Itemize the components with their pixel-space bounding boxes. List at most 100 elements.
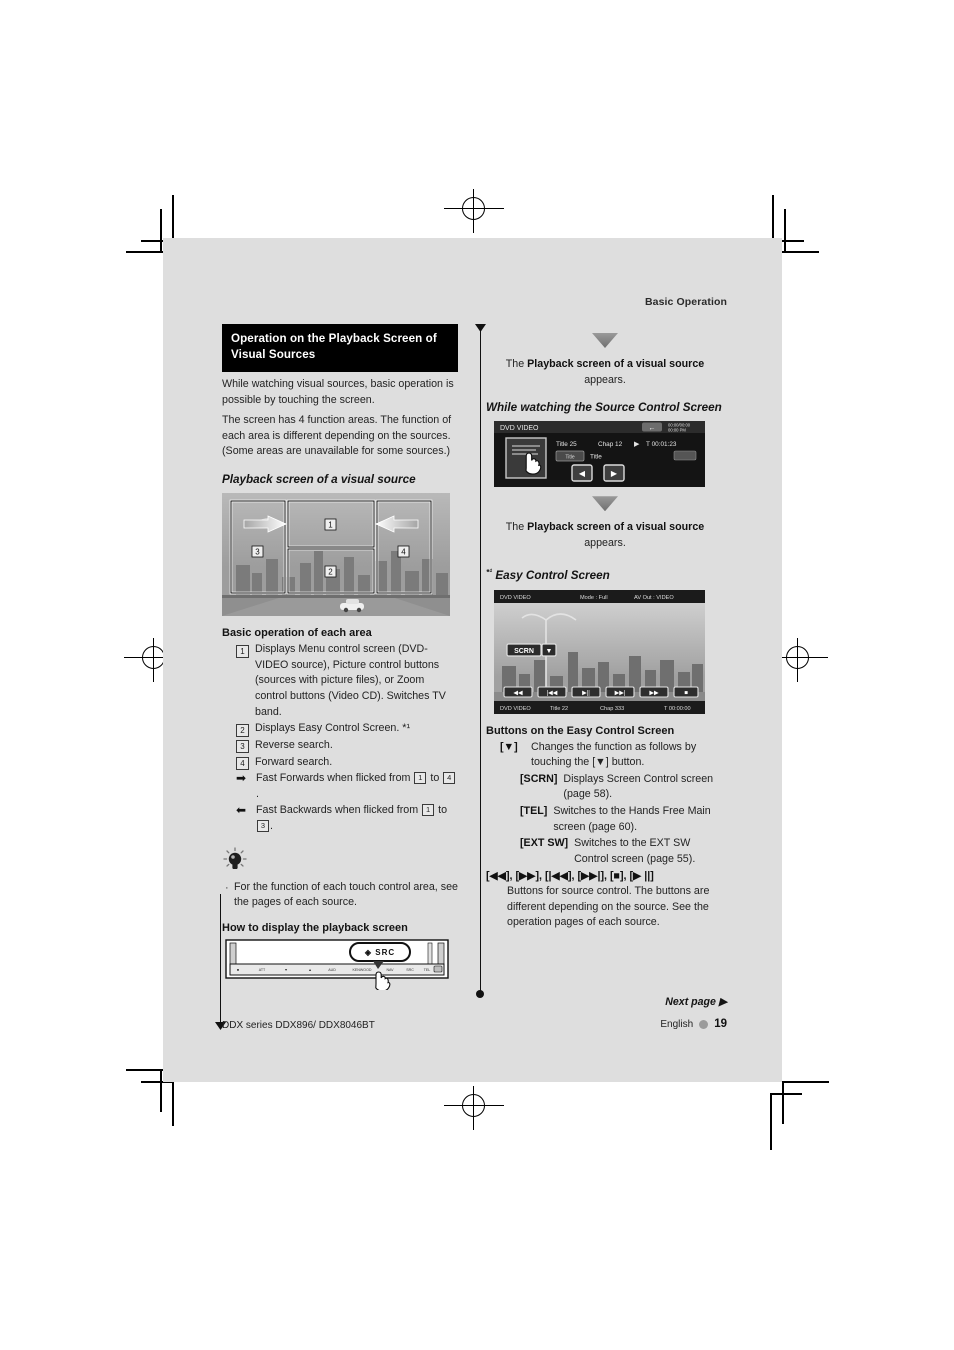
inline-zone-ref: 1 xyxy=(422,804,435,817)
arrow-left-icon: ⬅ xyxy=(236,803,247,818)
ff-text-b: to xyxy=(427,772,443,785)
svg-text:DVD VIDEO: DVD VIDEO xyxy=(500,595,531,601)
list-item: [TEL] Switches to the Hands Free Main sc… xyxy=(486,804,724,835)
list-item: ⬅ Fast Backwards when flicked from 1 to … xyxy=(222,803,458,834)
inline-zone-ref: 1 xyxy=(414,772,427,785)
list-item-text: Displays Menu control screen (DVD-VIDEO … xyxy=(255,643,446,718)
ff-text-a: Fast Forwards when flicked from xyxy=(256,772,414,785)
howto-heading: How to display the playback screen xyxy=(222,921,408,934)
svg-text:2: 2 xyxy=(328,568,333,577)
fb-text-b: to xyxy=(435,804,448,817)
svg-text:Title: Title xyxy=(590,454,602,461)
list-item: 2 Displays Easy Control Screen. *¹ xyxy=(222,721,458,737)
button-key-tel: [TEL] xyxy=(520,805,548,818)
right-flow-line xyxy=(480,330,481,992)
easy-control-illustration: DVD VIDEO Mode : Full AV Out : VIDEO SCR… xyxy=(494,589,705,714)
svg-text:▶||: ▶|| xyxy=(582,690,590,696)
button-desc: Displays Screen Control screen (page 58)… xyxy=(563,772,714,801)
flow-arrow-down-2 xyxy=(592,496,618,512)
running-head: Basic Operation xyxy=(644,296,727,308)
svg-text:▶▶|: ▶▶| xyxy=(615,690,626,696)
inline-zone-ref: 4 xyxy=(443,772,456,785)
left-column: Operation on the Playback Screen of Visu… xyxy=(222,324,458,992)
playback-screen-figure: 1 2 3 4 xyxy=(222,493,450,617)
arrow-right-icon: ➡ xyxy=(236,771,247,786)
svg-text:SCRN: SCRN xyxy=(514,648,534,655)
svg-text:AV Out : VIDEO: AV Out : VIDEO xyxy=(634,595,674,601)
intro-paragraph-1: While watching visual sources, basic ope… xyxy=(222,377,454,406)
svg-text:■: ■ xyxy=(684,690,688,696)
footer-language: English xyxy=(660,1018,694,1030)
transport-buttons-desc: Buttons for source control. The buttons … xyxy=(507,885,710,929)
crop-mark-bl-v2 xyxy=(160,1069,162,1112)
svg-text:◈ SRC: ◈ SRC xyxy=(364,948,395,957)
svg-text:|◀◀: |◀◀ xyxy=(547,690,558,696)
button-key-down: [▼] xyxy=(500,740,518,753)
svg-text:Chap 12: Chap 12 xyxy=(598,441,623,448)
svg-text:3: 3 xyxy=(255,548,260,557)
manual-page: Basic Operation Operation on the Playbac… xyxy=(163,238,782,1082)
svg-text:■: ■ xyxy=(237,968,239,972)
fb-text-a: Fast Backwards when flicked from xyxy=(256,804,422,817)
right-flow-enddot xyxy=(476,990,484,998)
svg-text:1: 1 xyxy=(328,521,333,530)
registration-mark-bottom xyxy=(444,1086,504,1130)
svg-text:KENWOOD: KENWOOD xyxy=(353,968,372,972)
buttons-heading: Buttons on the Easy Control Screen xyxy=(486,724,675,737)
svg-text:Chap 333: Chap 333 xyxy=(600,706,624,712)
list-item-text: Forward search. xyxy=(255,755,333,768)
transport-buttons-key: [◀◀], [▶▶], [|◀◀], [▶▶|], [■], [▶ ||] xyxy=(486,869,654,882)
playback-screen-illustration: 1 2 3 4 xyxy=(222,493,450,617)
svg-text:T 00:01:23: T 00:01:23 xyxy=(646,441,677,448)
svg-text:00:00 PM: 00:00 PM xyxy=(668,428,686,433)
crop-mark-br-h2 xyxy=(770,1093,802,1095)
footer-dot-icon xyxy=(699,1019,709,1029)
caption-bold: Playback screen of a visual source xyxy=(527,521,705,534)
bullet-icon: · xyxy=(225,881,229,894)
list-item: [◀◀], [▶▶], [|◀◀], [▶▶|], [■], [▶ ||] Bu… xyxy=(486,869,724,932)
svg-text:◀◀: ◀◀ xyxy=(513,690,523,696)
easy-control-heading: *¹ Easy Control Screen xyxy=(486,567,724,583)
flow-caption-2: The Playback screen of a visual source xyxy=(486,519,724,535)
button-desc: Switches to the Hands Free Main screen (… xyxy=(553,805,711,833)
crop-mark-br-h1 xyxy=(782,1081,829,1083)
svg-text:T 00:00:00: T 00:00:00 xyxy=(664,706,691,712)
easy-heading-text: Easy Control Screen xyxy=(495,569,610,583)
left-flow-line xyxy=(220,894,221,1024)
zone-marker-1: 1 xyxy=(236,644,249,658)
list-item: 4 Forward search. xyxy=(222,755,458,771)
svg-text:▶▶: ▶▶ xyxy=(649,690,659,696)
footer-model: DDX series DDX896/ DDX8046BT xyxy=(222,1020,375,1031)
flow-caption-1: The Playback screen of a visual source xyxy=(486,356,724,372)
easy-heading-footnote-mark: *¹ xyxy=(486,567,493,578)
list-item-text: Displays Easy Control Screen. *¹ xyxy=(255,722,411,735)
list-item: [EXT SW] Switches to the EXT SW Control … xyxy=(486,836,724,867)
list-item: 1 Displays Menu control screen (DVD-VIDE… xyxy=(222,642,458,720)
svg-text:DVD VIDEO: DVD VIDEO xyxy=(500,706,531,712)
svg-text:▶: ▶ xyxy=(634,441,640,448)
caption-bold: Playback screen of a visual source xyxy=(527,358,705,370)
source-control-illustration: DVD VIDEO ← 00:00/00:00 00:00 PM Title 2… xyxy=(494,421,705,488)
svg-text:◀: ◀ xyxy=(579,469,586,478)
svg-text:TEL: TEL xyxy=(424,968,431,972)
list-item: 3 Reverse search. xyxy=(222,738,458,754)
flow-caption-2-tail: appears. xyxy=(584,537,626,550)
source-control-screen-figure: DVD VIDEO ← 00:00/00:00 00:00 PM Title 2… xyxy=(494,421,705,488)
crop-mark-tl-v2 xyxy=(160,209,162,252)
section-title-bar: Operation on the Playback Screen of Visu… xyxy=(222,324,458,372)
crop-mark-br-v1 xyxy=(782,1081,784,1124)
caption-lead: The xyxy=(505,521,528,534)
tip-lightbulb-icon xyxy=(222,847,458,878)
svg-text:▲: ▲ xyxy=(308,968,312,972)
next-page-link[interactable]: Next page ▶ xyxy=(665,996,727,1008)
button-desc: Changes the function as follows by touch… xyxy=(531,740,697,769)
zone-marker-3: 3 xyxy=(236,740,249,754)
svg-text:4: 4 xyxy=(401,548,406,557)
svg-text:←: ← xyxy=(649,425,656,432)
button-desc: Switches to the EXT SW Control screen (p… xyxy=(574,837,696,865)
svg-text:Title: Title xyxy=(565,455,574,461)
flow-arrow-down-1 xyxy=(592,333,618,348)
list-item: [▼] Changes the function as follows by t… xyxy=(486,740,724,771)
svg-text:ATT: ATT xyxy=(259,968,266,972)
list-item-text: Reverse search. xyxy=(255,738,333,751)
